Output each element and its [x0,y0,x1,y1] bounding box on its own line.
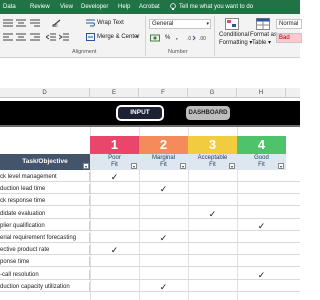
table-row: erial requirement forecasting ✓ [0,233,300,243]
filter-dropdown-icon[interactable]: ▾ [278,163,284,169]
chevron-down-icon: ▾ [206,21,209,27]
table-row: ck level management ✓ [0,172,300,182]
ribbon: ab Wrap Text Merge & Center ▾ Alignment … [0,14,302,58]
task-objective-cell[interactable]: plier qualification [0,220,90,231]
tab-review[interactable]: Review [30,0,50,14]
ribbon-separator [145,16,146,56]
align-bottom-icon[interactable] [30,19,40,27]
increase-decimal-icon[interactable]: .0 [187,34,196,42]
ribbon-tab-bar: Data Review View Developer Help Acrobat … [0,0,300,14]
filter-dropdown-icon[interactable]: ▾ [229,163,235,169]
task-objective-cell[interactable]: -call resolution [0,269,90,280]
tab-acrobat[interactable]: Acrobat [139,0,160,14]
table-row: -call resolution ✓ [0,269,300,280]
tab-help[interactable]: Help [118,0,130,14]
format-as-table-button[interactable]: Format as [250,31,277,39]
task-objective-cell[interactable]: didate evaluation [0,208,90,219]
format-as-table-icon[interactable] [256,18,270,30]
dashboard-button[interactable]: DASHBOARD [186,106,230,120]
fit-level-label-top: Poor [108,155,121,161]
column-header-d[interactable]: D [0,88,90,98]
conditional-formatting-label: Formatting ▾ [219,40,253,46]
filter-dropdown-icon[interactable]: ▾ [131,163,137,169]
wrap-text-icon[interactable] [86,19,95,27]
fit-level-number: 1 [90,136,139,154]
column-header-e[interactable]: E [90,88,139,98]
fit-level-number: 3 [188,136,237,154]
table-row: ective product rate ✓ [0,245,300,256]
task-objective-cell[interactable]: ck level management [0,172,90,182]
task-objective-cell[interactable]: duction capacity utilization [0,281,90,292]
increase-indent-icon[interactable] [59,33,69,41]
table-row: didate evaluation ✓ [0,208,300,219]
tab-view[interactable]: View [60,0,73,14]
task-objective-cell[interactable]: erial requirement forecasting [0,233,90,243]
fit-level-label-top: Marginal [151,155,175,161]
formula-area [0,58,300,88]
wrap-text-button[interactable]: Wrap Text [97,19,124,27]
align-center-icon[interactable] [16,33,26,41]
cell-style-normal[interactable]: Normal [276,19,302,29]
orientation-icon[interactable]: ab [52,19,62,27]
align-middle-icon[interactable] [16,19,26,27]
align-left-icon[interactable] [3,33,13,41]
column-header-g[interactable]: G [188,88,237,98]
input-button[interactable]: INPUT [116,105,164,121]
filter-dropdown-icon[interactable]: ▾ [83,163,89,169]
accounting-format-icon[interactable] [150,34,160,42]
task-objective-cell[interactable]: ective product rate [0,245,90,256]
task-objective-cell[interactable]: ponse time [0,257,90,268]
fit-level-number: 2 [139,136,188,154]
table-row: ck response time [0,196,300,207]
conditional-formatting-button[interactable]: Conditional [219,31,249,39]
svg-text:.00: .00 [199,36,206,42]
merge-center-button[interactable]: Merge & Center [97,33,139,41]
task-objective-cell[interactable]: ck response time [0,196,90,207]
checkmark-icon[interactable]: ✓ [159,233,169,243]
filter-dropdown-icon[interactable]: ▾ [180,163,186,169]
merge-center-icon[interactable] [86,33,95,41]
merge-dropdown-icon[interactable]: ▾ [136,33,139,41]
svg-text:ab: ab [52,23,58,27]
task-objective-header: Task/Objective [0,154,90,170]
checkmark-icon[interactable]: ✓ [159,282,169,292]
column-header-h[interactable]: H [237,88,286,98]
table-row: ponse time [0,257,300,268]
table-row: plier qualification ✓ [0,220,300,231]
format-as-table-label: Table ▾ [252,40,272,46]
table-row: duction lead time ✓ [0,184,300,195]
comma-style-button[interactable]: , [176,34,178,42]
svg-text:.0: .0 [187,36,191,42]
conditional-formatting-icon[interactable] [225,18,239,30]
column-header-f[interactable]: F [139,88,188,98]
lightbulb-icon [170,3,176,11]
column-header-row: D E F G H [0,88,300,98]
task-objective-cell[interactable]: duction lead time [0,184,90,195]
alignment-group-label: Alignment [72,49,97,55]
checkmark-icon[interactable]: ✓ [110,245,120,255]
tab-data[interactable]: Data [3,0,16,14]
fit-level-number: 4 [237,136,286,154]
tell-me-search[interactable]: Tell me what you want to do [179,0,253,14]
align-top-icon[interactable] [3,19,13,27]
tab-developer[interactable]: Developer [81,0,108,14]
number-format-value: General [152,21,174,27]
checkmark-icon[interactable]: ✓ [159,184,169,194]
checkmark-icon[interactable]: ✓ [257,270,267,280]
checkmark-icon[interactable]: ✓ [257,221,267,231]
number-format-dropdown[interactable]: General ▾ [149,19,211,29]
ribbon-separator [214,16,215,56]
number-group-label: Number [168,49,188,55]
align-right-icon[interactable] [30,33,40,41]
percent-style-button[interactable]: % [165,34,170,42]
table-row: duction capacity utilization ✓ [0,281,300,292]
cell-style-bad[interactable]: Bad [276,33,302,43]
fit-level-label-top: Good [254,155,269,161]
checkmark-icon[interactable]: ✓ [208,209,218,219]
checkmark-icon[interactable]: ✓ [110,172,120,182]
decrease-indent-icon[interactable] [46,33,56,41]
fit-level-label-top: Acceptable [197,155,228,161]
decrease-decimal-icon[interactable]: .00 [199,34,208,42]
